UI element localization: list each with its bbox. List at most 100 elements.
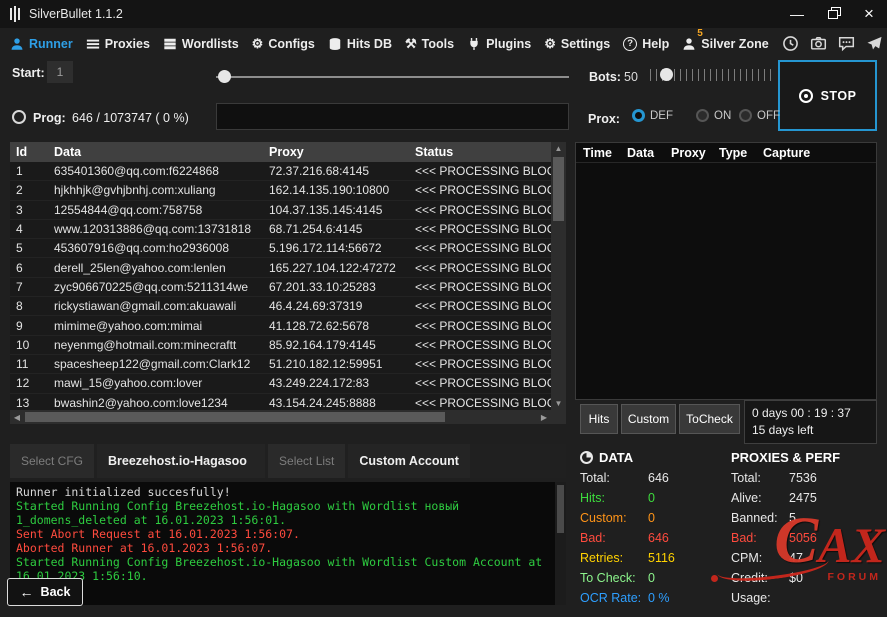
nav-silver-zone[interactable]: 5 Silver Zone (682, 37, 768, 51)
table-cell: <<< PROCESSING BLOC (409, 338, 551, 352)
table-cell: derell_25len@yahoo.com:lenlen (48, 261, 263, 275)
scroll-up-icon[interactable]: ▲ (551, 142, 566, 155)
radio-def[interactable] (632, 109, 645, 122)
plug-icon (467, 37, 481, 51)
silver-zone-badge: 5 (697, 28, 703, 39)
nav-runner-label: Runner (29, 37, 73, 51)
select-cfg-button[interactable]: Select CFG (10, 444, 94, 478)
stat-row: Custom:0 (580, 508, 728, 528)
nav-wordlists[interactable]: Wordlists (163, 37, 239, 51)
stat-row: Bad:646 (580, 528, 728, 548)
proxies-icon (86, 37, 100, 51)
table-row[interactable]: 10neyenmg@hotmail.com:minecraftt85.92.16… (10, 336, 551, 355)
nav-hitsdb[interactable]: Hits DB (328, 37, 392, 51)
table-row[interactable]: 6derell_25len@yahoo.com:lenlen165.227.10… (10, 258, 551, 277)
radio-on[interactable] (696, 109, 709, 122)
back-arrow-icon: ← (20, 585, 34, 599)
record-icon (799, 89, 813, 103)
screenshot-camera-icon[interactable] (810, 35, 827, 52)
horizontal-scroll-thumb[interactable] (25, 412, 445, 422)
stat-row: Credit:$0 (731, 568, 879, 588)
hits-column-proxy[interactable]: Proxy (664, 146, 712, 160)
table-row[interactable]: 9mimime@yahoo.com:mimai41.128.72.62:5678… (10, 316, 551, 335)
table-row[interactable]: 312554844@qq.com:758758104.37.135.145:41… (10, 201, 551, 220)
nav-configs[interactable]: ⚙ Configs (252, 37, 315, 51)
selected-wordlist-name: Custom Account (348, 444, 470, 478)
table-row[interactable]: 1635401360@qq.com:f622486872.37.216.68:4… (10, 162, 551, 181)
maximize-button[interactable] (815, 0, 851, 28)
close-button[interactable]: × (851, 0, 887, 28)
telegram-send-icon[interactable] (866, 35, 883, 52)
table-row[interactable]: 11spacesheep122@gmail.com:Clark1251.210.… (10, 355, 551, 374)
table-cell: zyc906670225@qq.com:5211314we (48, 280, 263, 294)
progress-ring-icon (12, 110, 26, 124)
nav-tools[interactable]: ⚒ Tools (405, 37, 454, 51)
vertical-scroll-thumb[interactable] (553, 157, 564, 221)
table-row[interactable]: 8rickystiawan@gmail.com:akuawali46.4.24.… (10, 297, 551, 316)
table-cell: 51.210.182.12:59951 (263, 357, 409, 371)
column-header-proxy[interactable]: Proxy (263, 145, 409, 159)
scroll-down-icon[interactable]: ▼ (551, 397, 566, 410)
column-header-data[interactable]: Data (48, 145, 263, 159)
window-title: SilverBullet 1.1.2 (29, 7, 123, 21)
start-input[interactable] (47, 61, 73, 83)
table-cell: 165.227.104.122:47272 (263, 261, 409, 275)
selected-config-name: Breezehost.io-Hagasoo (97, 444, 265, 478)
log-line: Aborted Runner at 16.01.2023 1:56:07. (16, 541, 550, 555)
nav-runner[interactable]: Runner (10, 37, 73, 51)
vertical-scrollbar[interactable]: ▲ ▼ (551, 142, 566, 410)
bots-slider[interactable] (650, 68, 772, 82)
table-cell: 9 (10, 319, 48, 333)
hits-panel: Time Data Proxy Type Capture (575, 142, 877, 400)
hits-column-type[interactable]: Type (712, 146, 756, 160)
start-slider[interactable] (216, 70, 569, 84)
tab-hits[interactable]: Hits (580, 404, 618, 434)
prox-option-off[interactable]: OFF (739, 109, 780, 122)
stop-button[interactable]: STOP (778, 60, 877, 131)
table-row[interactable]: 4www.120313886@qq.com:1373181868.71.254.… (10, 220, 551, 239)
proxies-stats-panel: PROXIES & PERF Total:7536Alive:2475Banne… (731, 446, 879, 608)
table-cell: <<< PROCESSING BLOC (409, 396, 551, 410)
select-list-button[interactable]: Select List (268, 444, 345, 478)
horizontal-scrollbar[interactable]: ◀ ▶ (10, 410, 551, 424)
app-logo-icon (10, 5, 20, 23)
table-row[interactable]: 5453607916@qq.com:ho29360085.196.172.114… (10, 239, 551, 258)
table-row[interactable]: 2hjkhhjk@gvhjbnhj.com:xuliang162.14.135.… (10, 181, 551, 200)
table-cell: 4 (10, 222, 48, 236)
scroll-right-icon[interactable]: ▶ (537, 410, 551, 424)
table-row[interactable]: 12mawi_15@yahoo.com:lover43.249.224.172:… (10, 374, 551, 393)
table-cell: 68.71.254.6:4145 (263, 222, 409, 236)
log-scrollbar[interactable] (555, 482, 566, 605)
scroll-left-icon[interactable]: ◀ (10, 410, 24, 424)
tab-tocheck[interactable]: ToCheck (679, 404, 740, 434)
table-cell: 3 (10, 203, 48, 217)
prox-option-on[interactable]: ON (696, 109, 731, 122)
stat-row: Bad:5056 (731, 528, 879, 548)
nav-help[interactable]: ? Help (623, 37, 669, 51)
stat-row: Usage: (731, 588, 879, 608)
tab-custom[interactable]: Custom (621, 404, 676, 434)
history-icon[interactable] (782, 35, 799, 52)
radio-off[interactable] (739, 109, 752, 122)
log-line: Sent Abort Request at 16.01.2023 1:56:07… (16, 527, 550, 541)
table-cell: 453607916@qq.com:ho2936008 (48, 241, 263, 255)
prox-option-def[interactable]: DEF (632, 109, 673, 122)
log-scroll-thumb[interactable] (557, 485, 564, 533)
table-row[interactable]: 7zyc906670225@qq.com:5211314we67.201.33.… (10, 278, 551, 297)
title-bar: SilverBullet 1.1.2 — × (0, 0, 887, 28)
back-button[interactable]: ← Back (7, 578, 83, 606)
hits-column-data[interactable]: Data (620, 146, 664, 160)
data-stats-title: DATA (599, 450, 633, 465)
table-row[interactable]: 13bwashin2@yahoo.com:love123443.154.24.2… (10, 394, 551, 410)
minimize-button[interactable]: — (779, 0, 815, 28)
nav-plugins[interactable]: Plugins (467, 37, 531, 51)
start-slider-thumb[interactable] (218, 70, 231, 83)
nav-proxies[interactable]: Proxies (86, 37, 150, 51)
chat-icon[interactable] (838, 35, 855, 52)
hits-column-time[interactable]: Time (576, 146, 620, 160)
column-header-id[interactable]: Id (10, 145, 48, 159)
column-header-status[interactable]: Status (409, 145, 551, 159)
nav-settings[interactable]: ⚙ Settings (544, 37, 610, 51)
bots-slider-thumb[interactable] (660, 68, 673, 81)
hits-column-capture[interactable]: Capture (756, 146, 876, 160)
